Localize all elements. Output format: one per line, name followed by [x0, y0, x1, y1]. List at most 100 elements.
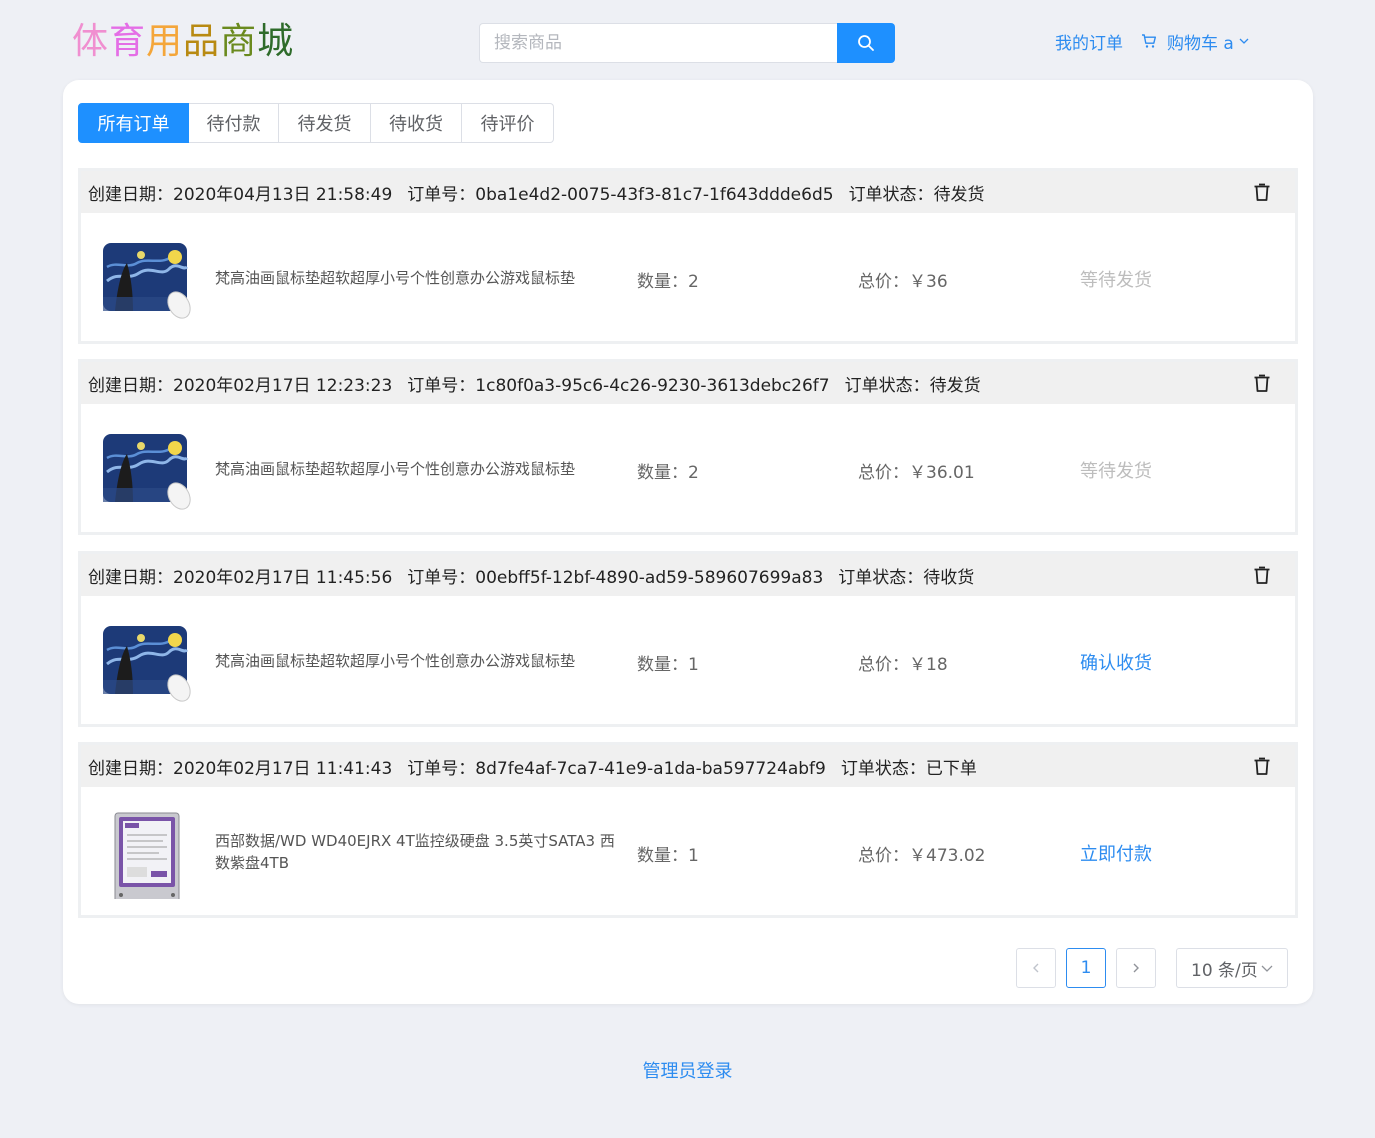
qty-label: 数量： — [637, 272, 688, 292]
qty-value: 2 — [688, 272, 699, 292]
quantity: 数量：1 — [637, 841, 699, 866]
page-1-button[interactable]: 1 — [1066, 948, 1106, 988]
total-value: 36 — [926, 272, 948, 292]
total-label: 总价：￥ — [858, 272, 926, 292]
order-body: 梵高油画鼠标垫超软超厚小号个性创意办公游戏鼠标垫 数量：1 总价：￥18 确认收… — [81, 596, 1295, 724]
search-input[interactable] — [479, 23, 837, 63]
chevron-right-icon — [1133, 963, 1139, 973]
logo-char: 品 — [183, 21, 221, 62]
pagination: 1 10 条/页 — [1016, 948, 1288, 988]
chevron-down-icon — [1261, 965, 1273, 972]
order-header: 创建日期：2020年02月17日 11:41:43 订单号：8d7fe4af-7… — [81, 745, 1295, 787]
total-price: 总价：￥36.01 — [858, 458, 975, 483]
admin-login-label[interactable]: 管理员登录 — [643, 1061, 733, 1082]
logo-char: 城 — [257, 21, 295, 62]
order-status: 待发货 — [929, 375, 981, 396]
order-card: 创建日期：2020年02月17日 12:23:23 订单号：1c80f0a3-9… — [78, 359, 1298, 535]
tab-pending-payment[interactable]: 待付款 — [189, 103, 279, 143]
order-card: 创建日期：2020年02月17日 11:45:56 订单号：00ebff5f-1… — [78, 551, 1298, 727]
product-name[interactable]: 西部数据/WD WD40EJRX 4T监控级硬盘 3.5英寸SATA3 西数紫盘… — [215, 830, 615, 874]
cart-icon — [1142, 34, 1156, 48]
order-tabs: 所有订单 待付款 待发货 待收货 待评价 — [78, 103, 554, 143]
qty-label: 数量： — [637, 846, 688, 866]
trash-icon[interactable] — [1253, 182, 1271, 202]
wd-purple-hdd-image[interactable] — [101, 805, 193, 899]
tab-all-orders[interactable]: 所有订单 — [78, 103, 189, 143]
qty-label: 数量： — [637, 463, 688, 483]
trash-icon[interactable] — [1253, 565, 1271, 585]
logo-char: 育 — [109, 21, 147, 62]
search-button[interactable] — [837, 23, 895, 63]
order-id: 8d7fe4af-7ca7-41e9-a1da-ba597724abf9 — [475, 758, 826, 779]
order-body: 西部数据/WD WD40EJRX 4T监控级硬盘 3.5英寸SATA3 西数紫盘… — [81, 787, 1295, 915]
admin-login-link[interactable]: 管理员登录 — [0, 1057, 1375, 1083]
awaiting-shipment-status: 等待发货 — [1080, 270, 1152, 291]
total-price: 总价：￥473.02 — [858, 841, 985, 866]
trash-icon[interactable] — [1253, 756, 1271, 776]
order-id: 1c80f0a3-95c6-4c26-9230-3613debc26f7 — [475, 375, 830, 396]
product-name[interactable]: 梵高油画鼠标垫超软超厚小号个性创意办公游戏鼠标垫 — [215, 267, 615, 289]
order-date: 2020年02月17日 11:41:43 — [173, 758, 393, 779]
orders-panel: 所有订单 待付款 待发货 待收货 待评价 创建日期：2020年04月13日 21… — [63, 80, 1313, 1004]
order-header: 创建日期：2020年02月17日 11:45:56 订单号：00ebff5f-1… — [81, 554, 1295, 596]
total-price: 总价：￥18 — [858, 650, 948, 675]
order-id: 00ebff5f-12bf-4890-ad59-589607699a83 — [475, 567, 824, 588]
order-date: 2020年02月17日 11:45:56 — [173, 567, 393, 588]
search-bar — [479, 23, 895, 63]
pay-now-button[interactable]: 立即付款 — [1080, 840, 1152, 866]
order-no-label: 订单号： — [407, 184, 476, 205]
chevron-left-icon — [1033, 963, 1039, 973]
product-name[interactable]: 梵高油画鼠标垫超软超厚小号个性创意办公游戏鼠标垫 — [215, 650, 615, 672]
order-card: 创建日期：2020年04月13日 21:58:49 订单号：0ba1e4d2-0… — [78, 168, 1298, 344]
created-label: 创建日期： — [88, 184, 173, 205]
order-body: 梵高油画鼠标垫超软超厚小号个性创意办公游戏鼠标垫 数量：2 总价：￥36 等待发… — [81, 213, 1295, 341]
chevron-down-icon — [1238, 35, 1260, 47]
awaiting-shipment-status: 等待发货 — [1080, 461, 1152, 482]
order-status: 待收货 — [923, 567, 975, 588]
order-card: 创建日期：2020年02月17日 11:41:43 订单号：8d7fe4af-7… — [78, 742, 1298, 918]
starry-night-mousepad-image[interactable] — [101, 624, 193, 706]
cart-label: 购物车 a — [1167, 33, 1234, 54]
qty-value: 2 — [688, 463, 699, 483]
status-label: 订单状态： — [848, 184, 934, 205]
cart-menu[interactable]: 购物车 a — [1141, 29, 1260, 54]
page-size-select[interactable]: 10 条/页 — [1176, 948, 1288, 988]
order-no-label: 订单号： — [407, 567, 476, 588]
trash-icon[interactable] — [1253, 373, 1271, 393]
order-no-label: 订单号： — [407, 375, 476, 396]
product-name[interactable]: 梵高油画鼠标垫超软超厚小号个性创意办公游戏鼠标垫 — [215, 458, 615, 480]
my-orders-link[interactable]: 我的订单 — [1055, 29, 1123, 54]
tab-pending-shipment[interactable]: 待发货 — [279, 103, 371, 143]
total-label: 总价：￥ — [858, 463, 926, 483]
status-label: 订单状态： — [844, 375, 930, 396]
total-price: 总价：￥36 — [858, 267, 948, 292]
next-page-button[interactable] — [1116, 948, 1156, 988]
prev-page-button[interactable] — [1016, 948, 1056, 988]
tab-pending-receipt[interactable]: 待收货 — [371, 103, 462, 143]
order-header: 创建日期：2020年02月17日 12:23:23 订单号：1c80f0a3-9… — [81, 362, 1295, 404]
status-label: 订单状态： — [838, 567, 924, 588]
logo-char: 用 — [146, 21, 184, 62]
quantity: 数量：2 — [637, 267, 699, 292]
order-date: 2020年02月17日 12:23:23 — [173, 375, 393, 396]
total-value: 36.01 — [926, 463, 975, 483]
qty-label: 数量： — [637, 655, 688, 675]
order-body: 梵高油画鼠标垫超软超厚小号个性创意办公游戏鼠标垫 数量：2 总价：￥36.01 … — [81, 404, 1295, 532]
order-no-label: 订单号： — [407, 758, 476, 779]
total-value: 473.02 — [926, 846, 986, 866]
order-status: 待发货 — [933, 184, 985, 205]
total-label: 总价：￥ — [858, 846, 926, 866]
starry-night-mousepad-image[interactable] — [101, 241, 193, 323]
order-id: 0ba1e4d2-0075-43f3-81c7-1f643ddde6d5 — [475, 184, 834, 205]
tab-pending-review[interactable]: 待评价 — [462, 103, 554, 143]
site-logo[interactable]: 体育用品商城 — [72, 20, 294, 64]
starry-night-mousepad-image[interactable] — [101, 432, 193, 514]
confirm-receipt-button[interactable]: 确认收货 — [1080, 649, 1152, 675]
total-label: 总价：￥ — [858, 655, 926, 675]
total-value: 18 — [926, 655, 948, 675]
order-status: 已下单 — [925, 758, 977, 779]
created-label: 创建日期： — [88, 375, 173, 396]
page-size-value: 10 条/页 — [1191, 960, 1258, 981]
created-label: 创建日期： — [88, 758, 173, 779]
quantity: 数量：2 — [637, 458, 699, 483]
